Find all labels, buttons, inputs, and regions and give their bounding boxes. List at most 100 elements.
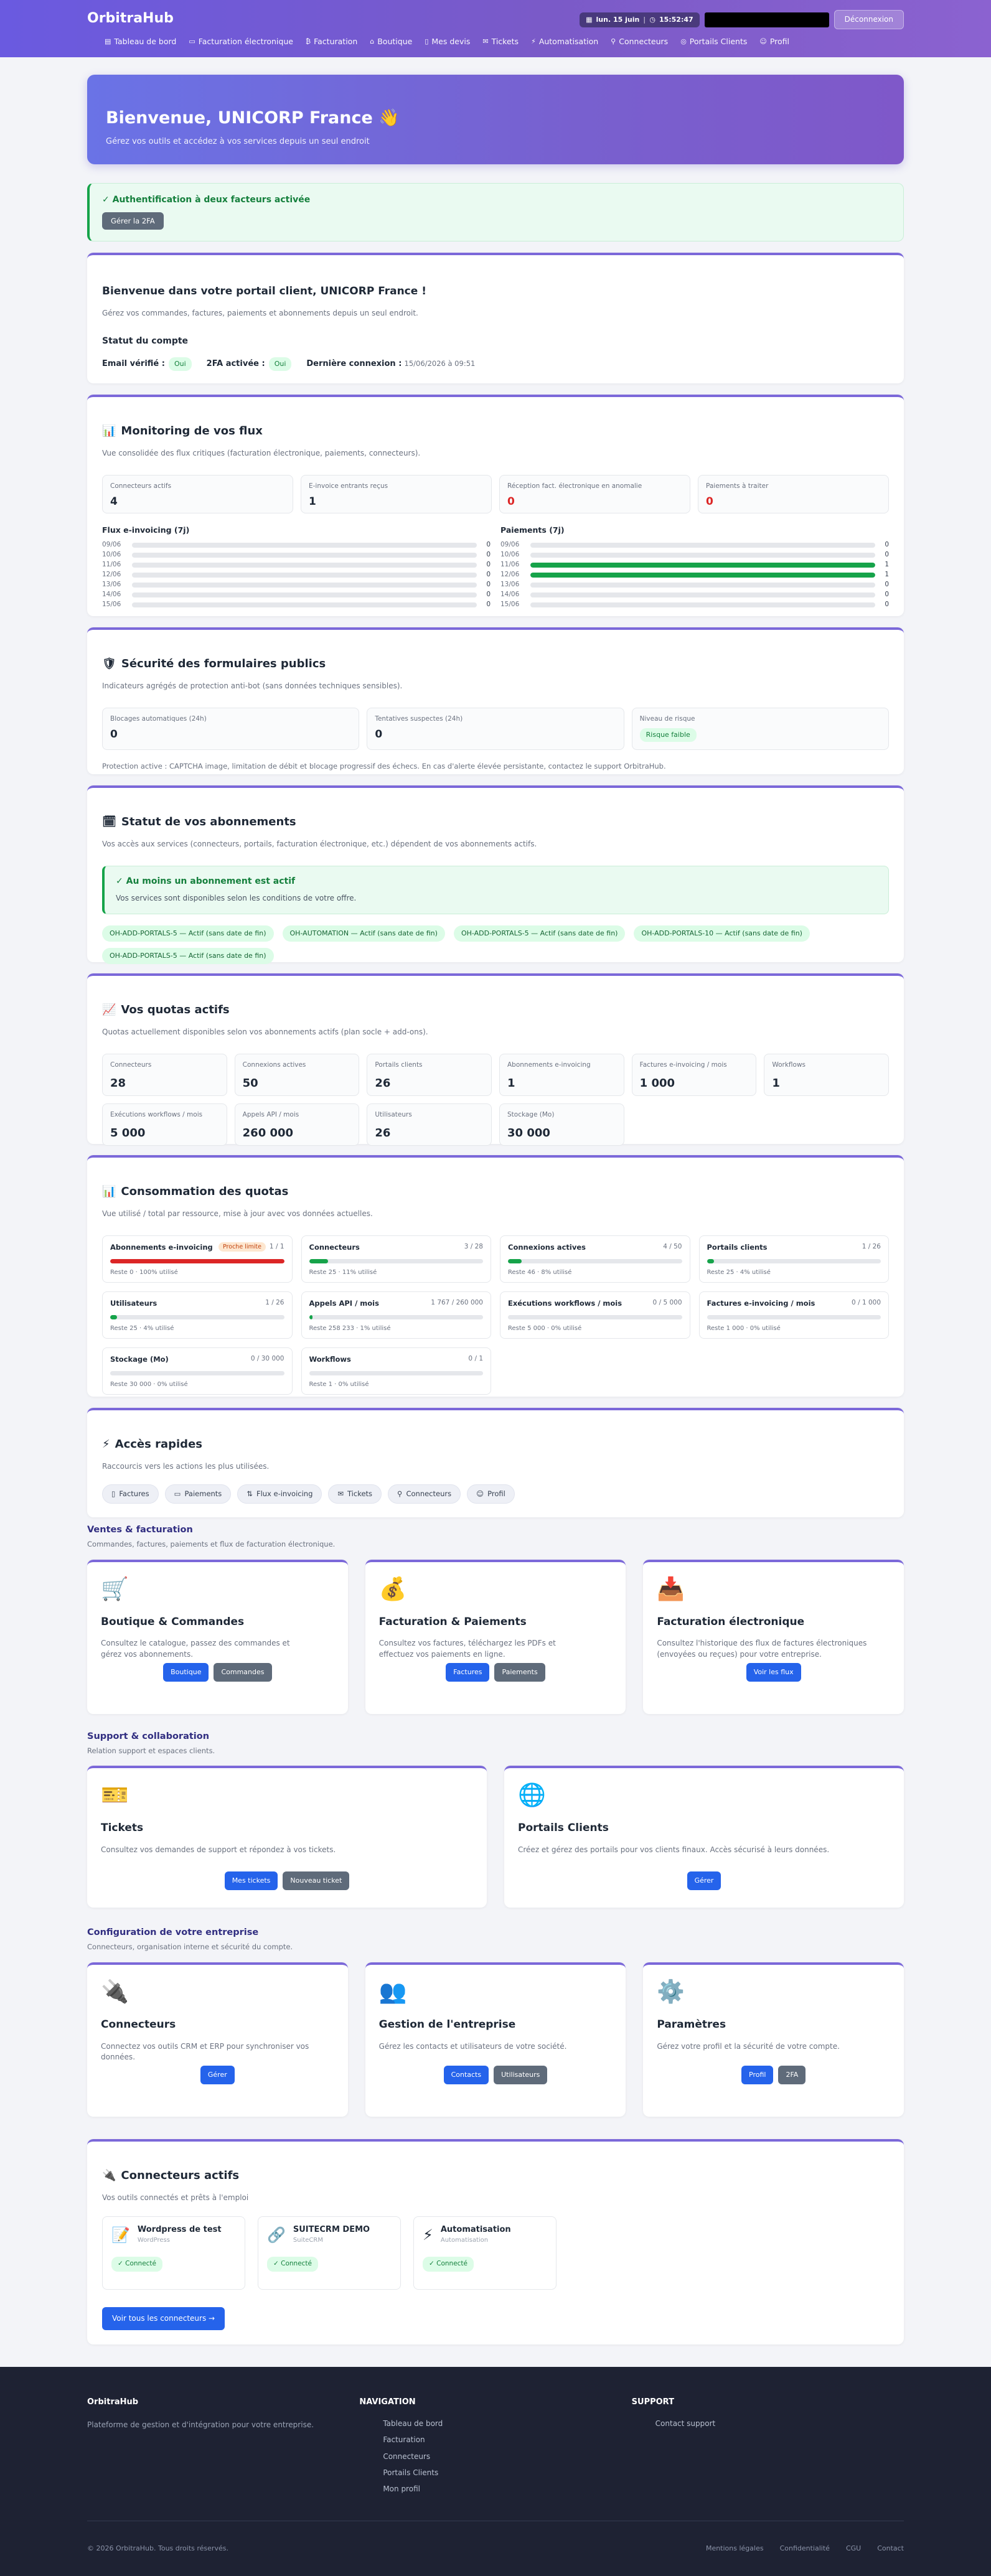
nav-item-tickets[interactable]: ✉ Tickets — [482, 36, 519, 47]
flux-track — [132, 542, 477, 548]
logout-button[interactable]: Déconnexion — [834, 10, 904, 30]
all-connectors-button[interactable]: Voir tous les connecteurs → — [102, 2307, 225, 2330]
quota-item: Abonnements e-invoicing 1 — [499, 1054, 624, 1097]
nav-item-tableau-de-bord[interactable]: ▤ Tableau de bord — [105, 36, 176, 47]
flux-count: 0 — [885, 581, 889, 588]
commandes-button[interactable]: Commandes — [214, 1662, 272, 1682]
plug-icon: 🔌 — [102, 2169, 116, 2183]
quick-factures-button[interactable]: ▯ Factures — [102, 1484, 159, 1504]
nav-item-mes-devis[interactable]: ▯ Mes devis — [425, 36, 470, 47]
consumption-ratio: 1 / 26 — [862, 1243, 881, 1251]
footer-link-tableau-de-bord[interactable]: Tableau de bord — [383, 2419, 631, 2429]
flux-date: 15/06 — [102, 601, 121, 608]
quota-value: 26 — [375, 1076, 391, 1090]
nav-item-automatisation[interactable]: ⚡ Automatisation — [531, 36, 598, 47]
nav-item-boutique[interactable]: ⌂ Boutique — [370, 36, 412, 47]
flux-count: 1 — [885, 571, 889, 578]
voir-les-flux-button[interactable]: Voir les flux — [746, 1662, 801, 1682]
support-cards: 🎫 Tickets Consultez vos demandes de suppor… — [87, 1766, 904, 1908]
einvoice-flux-chart: Flux e-invoicing (7j) 09/06 0 10/06 0 11/06 0… — [102, 525, 491, 609]
nav-label: Facturation électronique — [198, 37, 293, 46]
quota-item: Connecteurs 28 — [102, 1054, 227, 1097]
connector-card[interactable]: ⚡ Automatisation Automatisation ✓ Connecté — [413, 2216, 557, 2290]
quota-label: Exécutions workflows / mois — [110, 1111, 203, 1119]
flux-count: 0 — [486, 541, 491, 548]
config-title: Configuration de votre entreprise — [87, 1927, 259, 1938]
nav-item-connecteurs[interactable]: ⚲ Connecteurs — [611, 36, 668, 47]
footer-link-facturation[interactable]: Facturation — [383, 2435, 631, 2445]
manage-2fa-button[interactable]: Gérer la 2FA — [102, 212, 164, 230]
account-status-line: Email vérifié : Oui 2FA activée : Oui Dern… — [102, 357, 889, 372]
nav-item-portails-clients[interactable]: ◎ Portails Clients — [680, 36, 747, 47]
consumption-rest: Reste 5 000 · 0% utilisé — [508, 1325, 582, 1332]
quotas-subtitle: Quotas actuellement disponibles selon vo… — [102, 1028, 428, 1037]
contacts-button[interactable]: Contacts — [443, 2066, 489, 2085]
nav-item-facturation-electronique[interactable]: ▭ Facturation électronique — [189, 36, 293, 47]
footer-link-mon-profil[interactable]: Mon profil — [383, 2484, 631, 2494]
boutique-button[interactable]: Boutique — [163, 1662, 209, 1682]
consumption-bar — [309, 1315, 483, 1320]
welcome-card: Bienvenue dans votre portail client, UNI… — [87, 253, 904, 383]
footer-link-contact-support[interactable]: Contact support — [655, 2419, 904, 2429]
footer-legal-mentions-legales[interactable]: Mentions légales — [706, 2544, 764, 2554]
quick-label: Tickets — [347, 1489, 373, 1499]
flux-date: 09/06 — [500, 541, 520, 548]
attempts-value: 0 — [375, 728, 383, 741]
flux-date: 10/06 — [500, 551, 520, 558]
quotas-card: 📈 Vos quotas actifs Quotas actuellement d… — [87, 973, 904, 1146]
quota-item: Exécutions workflows / mois 5 000 — [102, 1103, 227, 1146]
profil-button[interactable]: Profil — [741, 2066, 774, 2085]
footer-legal-cgu[interactable]: CGU — [846, 2544, 861, 2554]
gerer-button[interactable]: Gérer — [687, 1871, 721, 1891]
consumption-rest: Reste 258 233 · 1% utilisé — [309, 1325, 391, 1332]
nav-label: Boutique — [377, 37, 413, 46]
consumption-ratio: 1 / 1 — [269, 1243, 284, 1251]
quota-value: 28 — [110, 1076, 126, 1090]
service-card-parametres: ⚙️ Paramètres Gérez votre profil et la séc… — [643, 1962, 904, 2117]
nav-label: Mes devis — [431, 37, 471, 46]
attempts-label: Tentatives suspectes (24h) — [375, 715, 463, 723]
nav-icon: ▯ — [425, 37, 429, 46]
connector-name: SUITECRM DEMO — [293, 2225, 370, 2235]
service-card-connecteurs: 🔌 Connecteurs Connectez vos outils CRM et … — [87, 1962, 348, 2117]
connecteurs-icon: 🔌 — [101, 1979, 129, 2005]
footer-link-connecteurs[interactable]: Connecteurs — [383, 2452, 631, 2462]
flux-row: 13/06 0 — [102, 580, 491, 590]
nav-label: Facturation — [314, 37, 358, 46]
mes-tickets-button[interactable]: Mes tickets — [224, 1871, 278, 1891]
flux-date: 12/06 — [102, 571, 121, 578]
service-title: Facturation & Paiements — [378, 1615, 527, 1628]
nav-item-facturation[interactable]: ₿ Facturation — [306, 36, 357, 47]
risk-label: Niveau de risque — [639, 715, 695, 723]
service-description: Consultez l'historique des flux de factu… — [657, 1639, 867, 1659]
gerer-button[interactable]: Gérer — [200, 2066, 235, 2085]
quick-paiements-button[interactable]: ▭ Paiements — [164, 1484, 232, 1504]
2fa-button[interactable]: 2FA — [778, 2066, 806, 2085]
quick-icon: ⇅ — [247, 1489, 253, 1499]
flux-track — [530, 542, 875, 548]
footer-legal-confidentialite[interactable]: Confidentialité — [780, 2544, 830, 2554]
service-description: Gérez les contacts et utilisateurs de vo… — [378, 2041, 567, 2051]
kpi-label: E-invoice entrants reçus — [309, 482, 388, 490]
security-title: Sécurité des formulaires publics — [121, 657, 326, 670]
lightning-icon: ⚡ — [102, 1438, 110, 1451]
quota-label: Factures e-invoicing / mois — [639, 1061, 727, 1069]
clock-icon: ◷ — [649, 15, 655, 24]
utilisateurs-button[interactable]: Utilisateurs — [494, 2066, 548, 2085]
consumption-bar — [508, 1315, 682, 1320]
footer-legal-contact[interactable]: Contact — [877, 2544, 904, 2554]
nouveau-ticket-button[interactable]: Nouveau ticket — [283, 1871, 350, 1891]
footer-link-portails-clients[interactable]: Portails Clients — [383, 2468, 631, 2478]
brand-logo[interactable]: OrbitraHub — [87, 9, 174, 29]
security-card: 🛡 Sécurité des formulaires publics Indica… — [87, 627, 904, 774]
quick-flux-e-invoicing-button[interactable]: ⇅ Flux e-invoicing — [237, 1484, 322, 1504]
factures-button[interactable]: Factures — [446, 1662, 490, 1682]
consumption-item: Portails clients 1 / 26 Reste 25 · 4% util… — [698, 1235, 889, 1283]
quick-profil-button[interactable]: ☺ Profil — [467, 1484, 515, 1504]
connector-card[interactable]: 📝 Wordpress de test WordPress ✓ Connecté — [102, 2216, 245, 2290]
paiements-button[interactable]: Paiements — [494, 1662, 545, 1682]
connector-card[interactable]: 🔗 SUITECRM DEMO SuiteCRM ✓ Connecté — [258, 2216, 401, 2290]
nav-item-profil[interactable]: ☺ Profil — [759, 36, 789, 47]
quick-tickets-button[interactable]: ✉ Tickets — [328, 1484, 382, 1504]
quick-connecteurs-button[interactable]: ⚲ Connecteurs — [388, 1484, 461, 1504]
